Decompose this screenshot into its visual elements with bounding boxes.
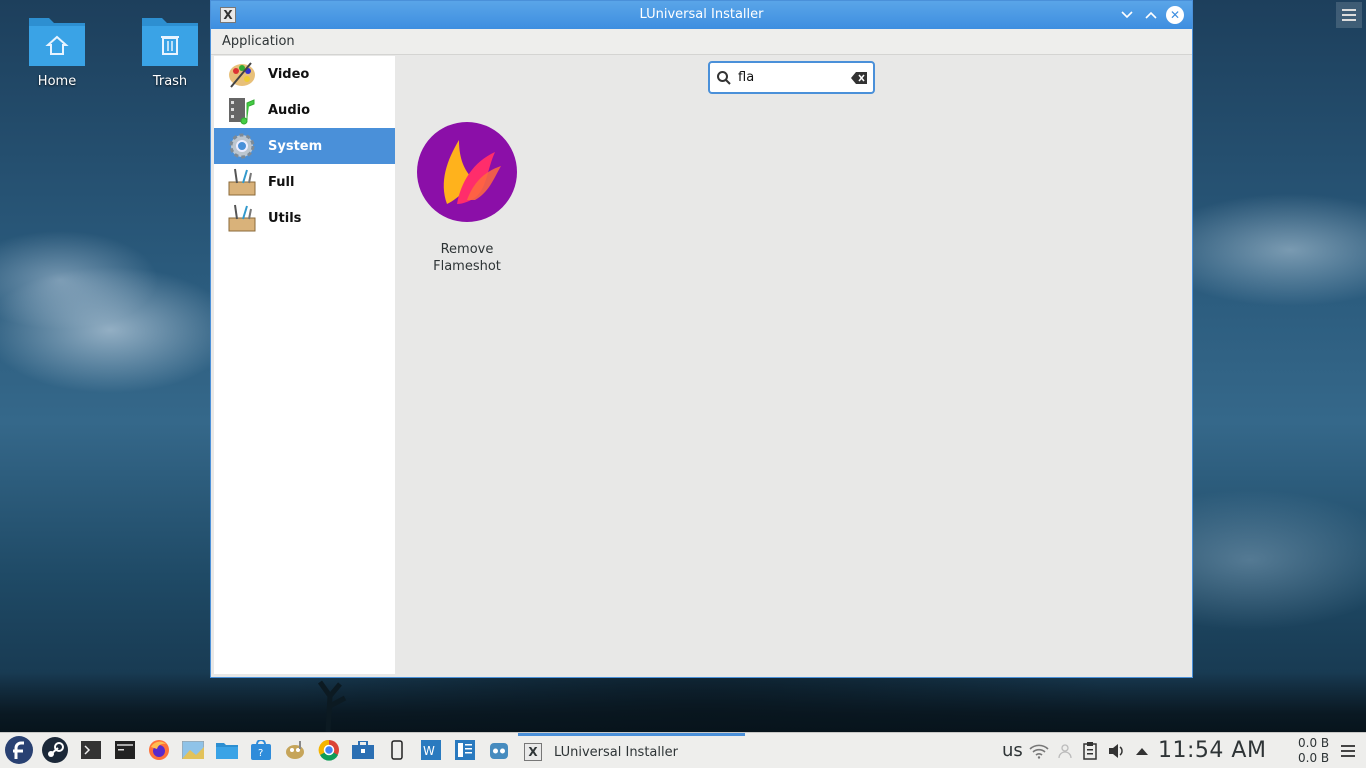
fedora-menu-button[interactable] bbox=[4, 735, 34, 765]
user-icon bbox=[1058, 743, 1072, 758]
network-speed: 0.0 B 0.0 B bbox=[1298, 733, 1329, 768]
palette-icon bbox=[226, 58, 258, 90]
svg-text:W: W bbox=[423, 744, 435, 758]
console-icon bbox=[115, 741, 135, 759]
firefox-launcher[interactable] bbox=[146, 737, 172, 763]
result-remove-flameshot[interactable]: Remove Flameshot bbox=[413, 122, 521, 275]
installer-window: X LUniversal Installer ✕ Application Vid… bbox=[210, 0, 1193, 678]
desktop-menu-button[interactable] bbox=[1336, 2, 1362, 28]
tray-expand-button[interactable] bbox=[1135, 733, 1149, 768]
document-icon bbox=[455, 740, 475, 760]
sidebar-item-utils[interactable]: Utils bbox=[214, 200, 395, 236]
app-x-icon: X bbox=[524, 743, 542, 761]
multimedia-icon bbox=[226, 94, 258, 126]
search-icon bbox=[717, 70, 731, 85]
result-label-line1: Remove bbox=[440, 242, 494, 257]
clipboard-indicator[interactable] bbox=[1083, 733, 1097, 768]
task-luniversal-installer[interactable]: X LUniversal Installer bbox=[518, 733, 745, 768]
gimp-icon bbox=[286, 741, 304, 759]
clipboard-icon bbox=[1083, 741, 1097, 760]
desktop-icon-trash[interactable]: Trash bbox=[130, 12, 210, 89]
taskbar: ? W X LUniversal Installer us 11:54 AM 0… bbox=[0, 732, 1366, 768]
minimize-button[interactable] bbox=[1118, 6, 1136, 24]
net-up-value: 0.0 B bbox=[1298, 735, 1330, 750]
chevron-up-icon bbox=[1145, 11, 1157, 19]
document-launcher[interactable] bbox=[452, 737, 478, 763]
software-icon: ? bbox=[251, 740, 271, 760]
image-viewer-launcher[interactable] bbox=[180, 737, 206, 763]
toolbox-icon bbox=[226, 202, 258, 234]
wifi-icon bbox=[1029, 744, 1049, 759]
file-manager-launcher[interactable] bbox=[214, 737, 240, 763]
results-area: Remove Flameshot bbox=[395, 56, 1192, 677]
sidebar-item-audio[interactable]: Audio bbox=[214, 92, 395, 128]
keyboard-layout[interactable]: us bbox=[1002, 733, 1023, 768]
svg-text:?: ? bbox=[258, 748, 263, 759]
tree-silhouette bbox=[317, 680, 347, 732]
sidebar-item-system[interactable]: System bbox=[214, 128, 395, 164]
desktop-icon-label: Home bbox=[37, 74, 77, 89]
trash-folder-icon bbox=[142, 18, 198, 66]
firefox-icon bbox=[149, 740, 169, 760]
window-title: LUniversal Installer bbox=[639, 7, 764, 22]
software-launcher[interactable]: ? bbox=[248, 737, 274, 763]
close-button[interactable]: ✕ bbox=[1166, 6, 1184, 24]
menubar: Application bbox=[211, 29, 1192, 55]
sidebar-item-label: Video bbox=[268, 66, 310, 82]
sidebar-item-video[interactable]: Video bbox=[214, 56, 395, 92]
desktop-icon-home[interactable]: Home bbox=[17, 12, 97, 89]
terminal-launcher[interactable] bbox=[78, 737, 104, 763]
result-label-line2: Flameshot bbox=[433, 259, 501, 274]
toolbox-launcher[interactable] bbox=[350, 737, 376, 763]
fedora-icon bbox=[5, 736, 33, 764]
menu-icon bbox=[1341, 744, 1355, 757]
toolbox-icon bbox=[226, 166, 258, 198]
briefcase-icon bbox=[352, 741, 374, 759]
close-icon: ✕ bbox=[1169, 8, 1181, 22]
search-field[interactable] bbox=[708, 61, 875, 94]
steam-icon bbox=[42, 737, 68, 763]
writer-icon: W bbox=[421, 740, 441, 760]
steam-launcher[interactable] bbox=[40, 735, 70, 765]
sidebar-item-label: System bbox=[268, 138, 323, 154]
godot-icon bbox=[490, 743, 508, 759]
clock[interactable]: 11:54 AM bbox=[1158, 733, 1266, 768]
terminal-icon bbox=[81, 741, 101, 759]
gear-icon bbox=[226, 130, 258, 162]
sidebar-item-label: Audio bbox=[268, 102, 311, 118]
volume-icon bbox=[1109, 743, 1123, 758]
user-indicator[interactable] bbox=[1057, 733, 1073, 768]
chrome-icon bbox=[318, 739, 339, 761]
window-titlebar[interactable]: X LUniversal Installer ✕ bbox=[211, 1, 1192, 29]
sidebar-item-full[interactable]: Full bbox=[214, 164, 395, 200]
flameshot-icon bbox=[417, 122, 517, 222]
image-viewer-icon bbox=[182, 741, 204, 759]
taskbar-menu-button[interactable] bbox=[1341, 733, 1355, 768]
phone-launcher[interactable] bbox=[384, 737, 410, 763]
home-folder-icon bbox=[29, 18, 85, 66]
net-down-value: 0.0 B bbox=[1298, 750, 1330, 765]
sidebar-item-label: Utils bbox=[268, 210, 302, 226]
search-input[interactable] bbox=[738, 70, 851, 85]
sidebar-item-label: Full bbox=[268, 174, 295, 190]
maximize-button[interactable] bbox=[1142, 6, 1160, 24]
wifi-indicator[interactable] bbox=[1029, 733, 1049, 768]
volume-indicator[interactable] bbox=[1108, 733, 1126, 768]
writer-launcher[interactable]: W bbox=[418, 737, 444, 763]
menu-application[interactable]: Application bbox=[222, 34, 295, 49]
godot-launcher[interactable] bbox=[486, 737, 512, 763]
chrome-launcher[interactable] bbox=[316, 737, 342, 763]
wallpaper-grass bbox=[0, 672, 1366, 732]
task-label: LUniversal Installer bbox=[554, 744, 678, 760]
gimp-launcher[interactable] bbox=[282, 737, 308, 763]
phone-icon bbox=[391, 740, 403, 760]
chevron-down-icon bbox=[1121, 11, 1133, 19]
desktop-icon-label: Trash bbox=[152, 74, 188, 89]
clear-icon[interactable] bbox=[851, 71, 867, 84]
category-sidebar: Video Audio System Full Utils bbox=[214, 56, 395, 674]
arrow-up-icon bbox=[1136, 747, 1148, 755]
menu-icon bbox=[1342, 9, 1356, 21]
console-launcher[interactable] bbox=[112, 737, 138, 763]
folder-icon bbox=[216, 743, 238, 759]
